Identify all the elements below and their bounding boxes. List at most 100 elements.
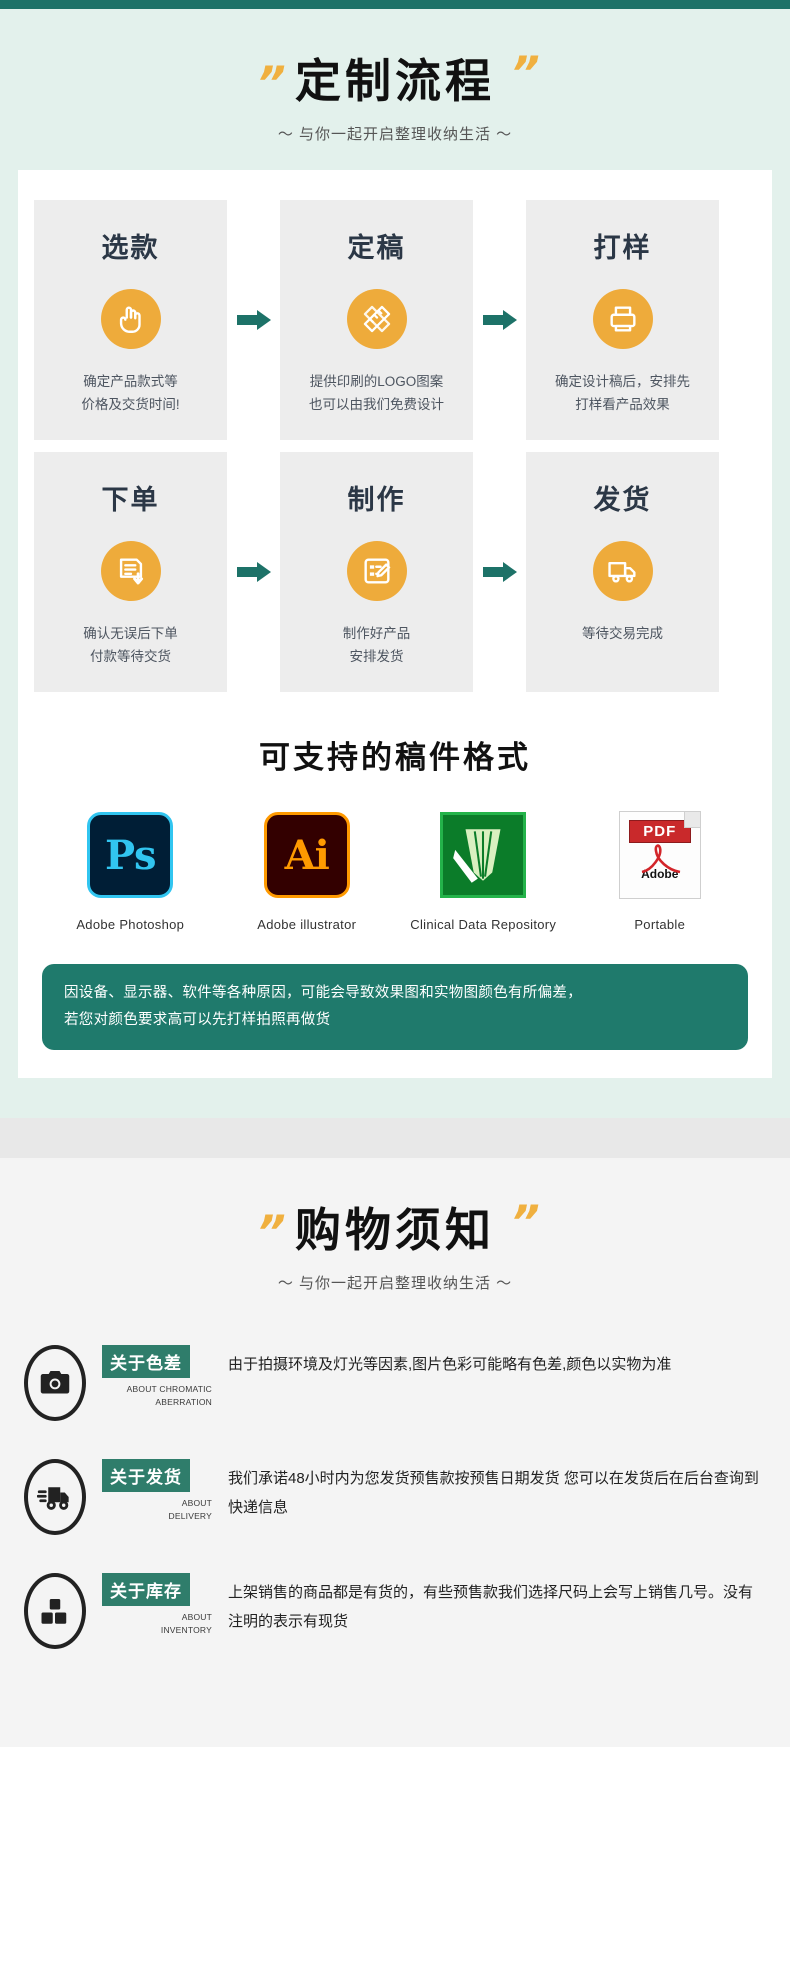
delivery-truck-icon — [24, 1459, 86, 1536]
formats-row: Ps Adobe Photoshop Ai Adobe illustrator — [34, 807, 756, 932]
flow-step-dayang[interactable]: 打样 确定设计稿后，安排先 打样看产品效果 — [526, 200, 719, 441]
flow-step-zhizuo[interactable]: 制作 制作好产品 安排发货 — [280, 452, 473, 693]
flow-step-desc: 确定产品款式等 价格及交货时间! — [81, 371, 179, 417]
flow-step-desc: 确定设计稿后，安排先 打样看产品效果 — [555, 371, 690, 417]
shopping-notes-section: ” 购物须知 ” ～ 与你一起开启整理收纳生活 ～ 关于色差 ABOUT CHR… — [0, 1157, 790, 1748]
flow-arrow-3 — [227, 452, 280, 692]
illustrator-glyph: Ai — [284, 831, 330, 879]
note-item-delivery: 关于发货 ABOUT DELIVERY 我们承诺48小时内为您发货预售款按预售日… — [24, 1459, 766, 1536]
pencil-ruler-icon — [346, 289, 407, 350]
flow-step-desc: 等待交易完成 — [582, 623, 663, 646]
flow-step-desc: 提供印刷的LOGO图案 也可以由我们免费设计 — [309, 371, 444, 417]
flow-step-dinggao[interactable]: 定稿 提供印刷的LOGO图案 也可以由我们免费设计 — [280, 200, 473, 441]
flow-desc-line: 打样看产品效果 — [575, 397, 670, 413]
order-download-icon — [100, 541, 161, 602]
flow-card-container: 选款 确定产品款式等 价格及交货时间! 定稿 提供印刷的LOGO图案 也可以由我… — [18, 170, 772, 1078]
pdf-swoosh-icon — [641, 844, 681, 874]
note-tag-label: 关于发货 — [102, 1459, 190, 1493]
shopping-notes-header: ” 购物须知 ” ～ 与你一起开启整理收纳生活 ～ — [0, 1194, 790, 1293]
flow-desc-line: 等待交易完成 — [582, 626, 663, 642]
note-en-line: DELIVERY — [168, 1510, 212, 1521]
note-en-line: ABOUT — [181, 1612, 212, 1623]
flow-arrow-1 — [227, 200, 280, 440]
color-difference-notice: 因设备、显示器、软件等各种原因，可能会导致效果图和实物图颜色有所偏差， 若您对颜… — [42, 964, 748, 1050]
product-detail-page: ” 定制流程 ” ～ 与你一起开启整理收纳生活 ～ 选款 确定产品款式等 价格及… — [0, 0, 790, 1748]
flow-desc-line: 确定产品款式等 — [83, 374, 178, 390]
inventory-boxes-icon — [24, 1573, 86, 1650]
flow-arrow-4 — [473, 452, 526, 692]
arrow-right-icon — [236, 310, 271, 331]
photoshop-icon: Ps — [87, 812, 174, 899]
flow-row-1: 选款 确定产品款式等 价格及交货时间! 定稿 提供印刷的LOGO图案 也可以由我… — [34, 200, 756, 441]
hand-pointer-icon — [100, 289, 161, 350]
notes-subtitle: ～ 与你一起开启整理收纳生活 ～ — [277, 1275, 513, 1293]
format-item-photoshop[interactable]: Ps Adobe Photoshop — [55, 807, 205, 932]
note-tag-block: 关于库存 ABOUT INVENTORY — [102, 1573, 212, 1637]
flow-desc-line: 付款等待交货 — [90, 649, 171, 665]
flow-step-xiadan[interactable]: 下单 确认无误后下单 付款等待交货 — [34, 452, 227, 693]
note-tag-english: ABOUT DELIVERY — [102, 1497, 212, 1523]
formats-title: 可支持的稿件格式 — [259, 740, 531, 777]
flow-step-desc: 制作好产品 安排发货 — [343, 623, 411, 669]
flow-desc-line: 确定设计稿后，安排先 — [555, 374, 690, 390]
quote-right-icon: ” — [503, 1194, 542, 1249]
format-label: Clinical Data Repository — [410, 917, 557, 933]
flow-step-title: 选款 — [101, 233, 160, 264]
flow-desc-line: 制作好产品 — [342, 626, 411, 642]
pdf-icon: PDF Adobe — [618, 811, 701, 900]
flow-row-2: 下单 确认无误后下单 付款等待交货 制作 制作好产品 安排发货 发货 等待交易完… — [34, 452, 756, 693]
arrow-right-icon — [236, 562, 271, 583]
note-en-line: ABOUT — [181, 1498, 212, 1509]
format-item-illustrator[interactable]: Ai Adobe illustrator — [232, 807, 382, 932]
notes-list: 关于色差 ABOUT CHROMATIC ABERRATION 由于拍摄环境及灯… — [24, 1345, 766, 1650]
note-tag-block: 关于发货 ABOUT DELIVERY — [102, 1459, 212, 1523]
page-title: 定制流程 — [295, 54, 495, 108]
flow-desc-line: 提供印刷的LOGO图案 — [309, 374, 444, 390]
note-tag-block: 关于色差 ABOUT CHROMATIC ABERRATION — [102, 1345, 212, 1409]
top-accent-bar — [0, 0, 790, 9]
illustrator-icon: Ai — [263, 812, 350, 899]
quote-left-icon: ” — [249, 1204, 287, 1259]
arrow-right-icon — [482, 562, 517, 583]
format-item-coreldraw[interactable]: Clinical Data Repository — [408, 807, 558, 932]
flow-step-title: 下单 — [101, 485, 160, 516]
flow-desc-line: 价格及交货时间! — [81, 397, 180, 413]
note-tag-label: 关于色差 — [102, 1345, 190, 1379]
note-en-line: ABERRATION — [155, 1396, 212, 1407]
format-label: Adobe illustrator — [257, 917, 357, 933]
photoshop-glyph: Ps — [104, 831, 157, 879]
quote-left-icon: ” — [249, 56, 287, 110]
format-label: Adobe Photoshop — [76, 917, 185, 933]
flow-arrow-2 — [473, 200, 526, 440]
pdf-fold-corner — [683, 812, 700, 829]
note-item-inventory: 关于库存 ABOUT INVENTORY 上架销售的商品都是有货的，有些预售款我… — [24, 1573, 766, 1650]
printer-sample-icon — [592, 289, 653, 350]
flow-step-xuankuan[interactable]: 选款 确定产品款式等 价格及交货时间! — [34, 200, 227, 441]
flow-step-title: 发货 — [593, 485, 652, 516]
flow-desc-line: 安排发货 — [349, 649, 404, 665]
flow-step-desc: 确认无误后下单 付款等待交货 — [83, 623, 178, 669]
pdf-badge: PDF — [628, 820, 691, 844]
flow-step-fahuo[interactable]: 发货 等待交易完成 — [526, 452, 719, 693]
flow-step-title: 制作 — [347, 485, 406, 516]
flow-desc-line: 也可以由我们免费设计 — [309, 397, 444, 413]
notes-title: 购物须知 — [295, 1202, 495, 1257]
notice-line-2: 若您对颜色要求高可以先打样拍照再做货 — [64, 1012, 331, 1029]
section-divider — [0, 1117, 790, 1158]
format-item-pdf[interactable]: PDF Adobe Portable — [585, 807, 735, 932]
note-en-line: INVENTORY — [160, 1624, 212, 1635]
flow-step-title: 打样 — [593, 233, 652, 264]
note-item-chromatic: 关于色差 ABOUT CHROMATIC ABERRATION 由于拍摄环境及灯… — [24, 1345, 766, 1422]
note-tag-label: 关于库存 — [102, 1573, 190, 1607]
flow-desc-line: 确认无误后下单 — [83, 626, 178, 642]
coreldraw-icon — [440, 812, 527, 899]
quote-right-icon: ” — [503, 46, 542, 100]
notice-line-1: 因设备、显示器、软件等各种原因，可能会导致效果图和实物图颜色有所偏差， — [64, 985, 582, 1002]
flow-step-title: 定稿 — [347, 233, 406, 264]
note-tag-english: ABOUT INVENTORY — [102, 1611, 212, 1637]
note-body-text: 我们承诺48小时内为您发货预售款按预售日期发货 您可以在发货后在后台查询到快递信… — [228, 1470, 759, 1516]
note-body-text: 由于拍摄环境及灯光等因素,图片色彩可能略有色差,颜色以实物为准 — [228, 1356, 672, 1374]
truck-icon — [592, 541, 653, 602]
edit-board-icon — [346, 541, 407, 602]
custom-process-header: ” 定制流程 ” ～ 与你一起开启整理收纳生活 ～ — [0, 9, 790, 144]
